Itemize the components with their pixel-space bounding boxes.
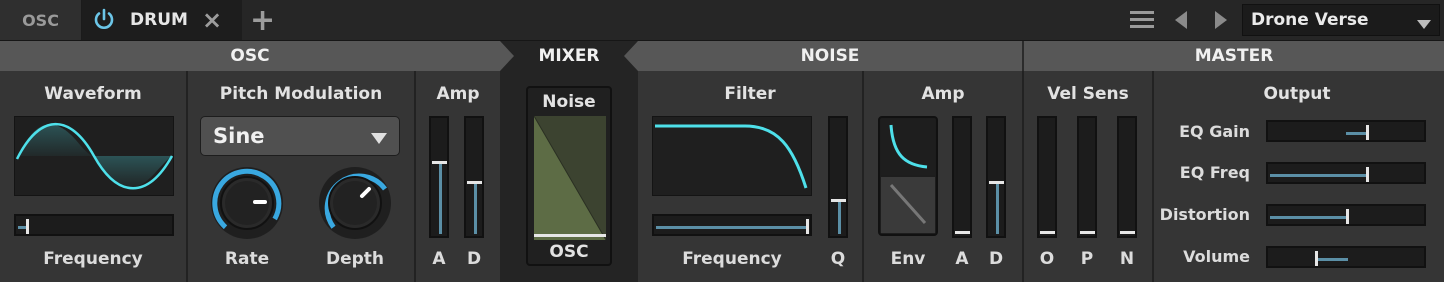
noise-amp-title: Amp	[921, 84, 965, 104]
noise-q-fader[interactable]	[828, 116, 848, 238]
osc-attack-handle[interactable]	[432, 161, 447, 164]
pitch-mod-shape-dropdown[interactable]: Sine	[200, 116, 400, 156]
vel-n-label: N	[1119, 249, 1135, 269]
mixer-osc-label: OSC	[549, 242, 589, 262]
noise-frequency-label: Frequency	[682, 249, 782, 269]
osc-attack-fill	[439, 162, 442, 234]
vel-sens-title: Vel Sens	[1047, 84, 1129, 104]
noise-q-fill	[838, 200, 841, 234]
noise-q-label: Q	[830, 249, 846, 269]
osc-decay-handle[interactable]	[467, 181, 482, 184]
osc-frequency-slider[interactable]	[14, 214, 174, 236]
eq-freq-slider[interactable]	[1266, 162, 1426, 184]
mixer-crossfader[interactable]: Noise OSC	[526, 86, 612, 266]
waveform-title: Waveform	[44, 84, 142, 104]
distortion-label: Distortion	[1159, 205, 1250, 224]
noise-frequency-slider[interactable]	[652, 214, 812, 236]
mixer-handle[interactable]	[534, 234, 606, 237]
pitch-modulation-title: Pitch Modulation	[219, 84, 383, 104]
env-curve-exponential[interactable]	[881, 119, 935, 175]
volume-label: Volume	[1183, 247, 1250, 266]
distortion-slider[interactable]	[1266, 204, 1426, 226]
lowpass-curve-graphic	[655, 124, 808, 189]
section-osc-header: OSC	[230, 46, 270, 66]
eq-gain-fill	[1346, 132, 1366, 135]
noise-decay-fader[interactable]	[986, 116, 1006, 238]
eq-freq-handle[interactable]	[1366, 167, 1369, 182]
eq-gain-slider[interactable]	[1266, 120, 1426, 142]
pitch-mod-shape-value: Sine	[213, 124, 265, 148]
distortion-fill	[1270, 216, 1346, 219]
env-curve-linear[interactable]	[881, 177, 935, 233]
noise-frequency-fill	[656, 226, 806, 229]
section-master-header: MASTER	[1194, 46, 1274, 66]
power-icon[interactable]	[92, 8, 116, 32]
eq-gain-label: EQ Gain	[1179, 122, 1250, 141]
preset-name: Drone Verse	[1251, 10, 1369, 30]
output-title: Output	[1263, 84, 1331, 104]
volume-fill	[1315, 258, 1348, 261]
preset-selector[interactable]: Drone Verse	[1242, 4, 1440, 36]
noise-frequency-handle[interactable]	[806, 219, 809, 234]
vel-p-fader[interactable]	[1077, 116, 1097, 238]
previous-preset-icon[interactable]	[1174, 11, 1188, 33]
osc-attack-label: A	[432, 249, 446, 269]
eq-freq-fill	[1270, 174, 1366, 177]
noise-decay-handle[interactable]	[989, 181, 1004, 184]
volume-handle[interactable]	[1315, 251, 1318, 266]
waveform-display[interactable]	[14, 116, 174, 196]
noise-attack-handle[interactable]	[955, 231, 970, 234]
filter-curve-display[interactable]	[652, 116, 812, 196]
osc-frequency-handle[interactable]	[26, 219, 29, 234]
depth-label: Depth	[325, 249, 385, 269]
next-preset-icon[interactable]	[1214, 11, 1228, 33]
vel-n-handle[interactable]	[1120, 231, 1135, 234]
osc-decay-fill	[474, 182, 477, 234]
noise-decay-label: D	[988, 249, 1004, 269]
eq-gain-handle[interactable]	[1366, 125, 1369, 140]
env-shape-selector[interactable]	[878, 116, 938, 236]
tab-osc[interactable]: OSC	[0, 0, 82, 40]
osc-attack-fader[interactable]	[429, 116, 449, 238]
filter-title: Filter	[724, 84, 776, 104]
vel-n-fader[interactable]	[1117, 116, 1137, 238]
distortion-handle[interactable]	[1346, 209, 1349, 224]
volume-slider[interactable]	[1266, 246, 1426, 268]
add-tab-icon[interactable]: +	[250, 3, 275, 38]
vel-o-handle[interactable]	[1040, 231, 1055, 234]
osc-amp-title: Amp	[436, 84, 480, 104]
env-label: Env	[890, 249, 926, 269]
tab-drum-label: DRUM	[130, 10, 188, 30]
osc-decay-label: D	[466, 249, 482, 269]
vel-o-label: O	[1039, 249, 1055, 269]
noise-attack-label: A	[955, 249, 969, 269]
osc-frequency-fill	[18, 226, 26, 229]
rate-knob[interactable]	[208, 164, 286, 242]
osc-decay-fader[interactable]	[464, 116, 484, 238]
sine-wave-graphic	[15, 122, 174, 190]
section-mixer-header: MIXER	[538, 46, 600, 66]
osc-frequency-label: Frequency	[43, 249, 143, 269]
mixer-graphic	[533, 115, 607, 244]
section-noise-header: NOISE	[800, 46, 860, 66]
mixer-noise-label: Noise	[542, 92, 596, 112]
vel-p-handle[interactable]	[1080, 231, 1095, 234]
chevron-down-icon	[371, 130, 387, 149]
menu-icon[interactable]	[1130, 11, 1154, 29]
rate-label: Rate	[224, 249, 270, 269]
noise-attack-fader[interactable]	[952, 116, 972, 238]
eq-freq-label: EQ Freq	[1179, 163, 1250, 182]
vel-p-label: P	[1080, 249, 1094, 269]
noise-q-handle[interactable]	[831, 199, 846, 202]
close-tab-icon[interactable]: ×	[202, 6, 222, 34]
vel-o-fader[interactable]	[1037, 116, 1057, 238]
tab-drum[interactable]: DRUM ×	[82, 0, 242, 40]
depth-knob[interactable]	[316, 164, 394, 242]
chevron-down-icon	[1417, 15, 1431, 35]
noise-decay-fill	[996, 182, 999, 234]
